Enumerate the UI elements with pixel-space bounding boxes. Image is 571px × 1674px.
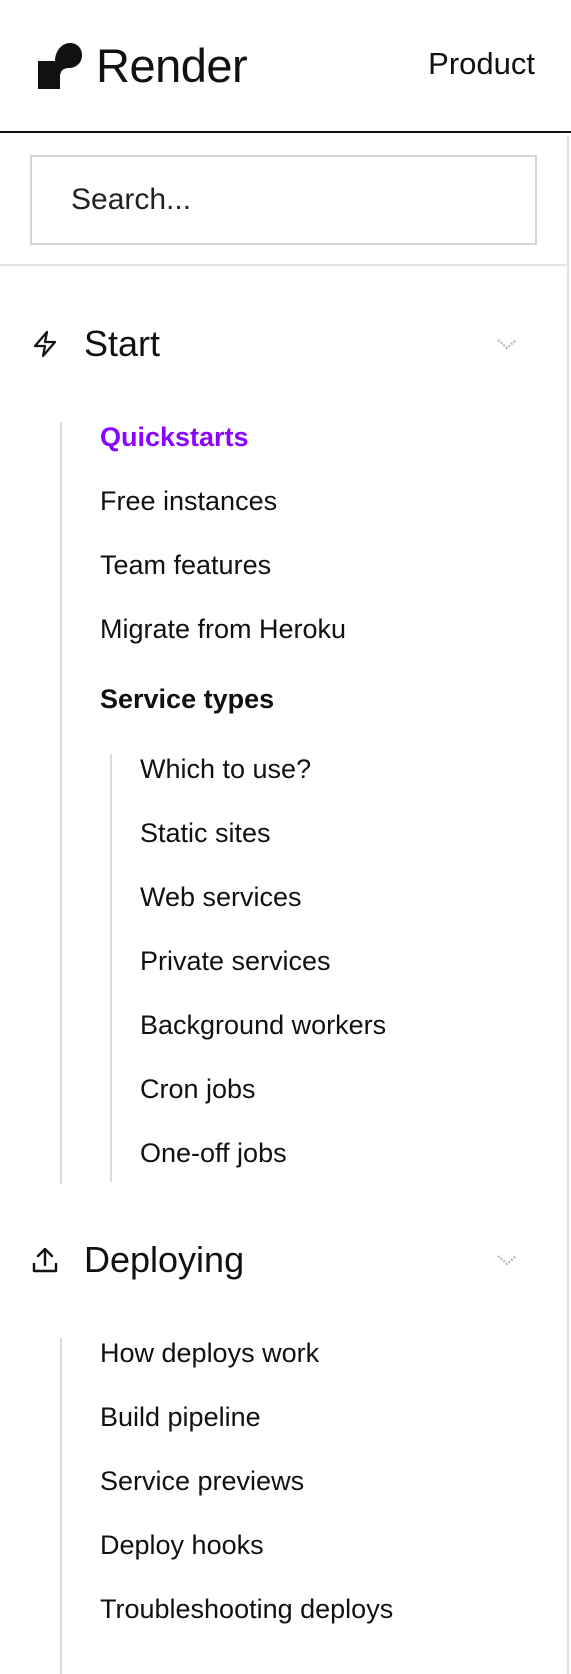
nav-item-quickstarts[interactable]: Quickstarts <box>100 424 249 451</box>
top-header: Render Product <box>0 0 571 133</box>
nav-item-deploy-hooks[interactable]: Deploy hooks <box>100 1532 264 1559</box>
search-area: Search... <box>0 135 567 266</box>
section-deploying-toggle[interactable]: Deploying <box>0 1230 560 1290</box>
nav-item-static-sites[interactable]: Static sites <box>140 820 271 847</box>
section-title: Deploying <box>84 1239 245 1280</box>
nav-item-build-pipeline[interactable]: Build pipeline <box>100 1404 261 1431</box>
nav-item-background-workers[interactable]: Background workers <box>140 1012 386 1039</box>
section-start-toggle[interactable]: Start <box>0 314 560 374</box>
nav-item-service-previews[interactable]: Service previews <box>100 1468 304 1495</box>
section-rail <box>60 422 62 1184</box>
nav-item-which-to-use[interactable]: Which to use? <box>140 756 311 783</box>
nav-item-how-deploys-work[interactable]: How deploys work <box>100 1340 319 1367</box>
nav-item-one-off-jobs[interactable]: One-off jobs <box>140 1140 287 1167</box>
chevron-down-icon <box>497 1255 517 1266</box>
render-logo[interactable]: Render <box>38 39 248 92</box>
nav-item-team-features[interactable]: Team features <box>100 552 271 579</box>
nav-item-troubleshooting-deploys[interactable]: Troubleshooting deploys <box>100 1596 393 1623</box>
brand-name: Render <box>96 39 248 92</box>
nav-item-web-services[interactable]: Web services <box>140 884 302 911</box>
product-menu-link[interactable]: Product <box>428 48 535 79</box>
search-input[interactable]: Search... <box>30 155 537 245</box>
chevron-down-icon <box>497 339 517 350</box>
lightning-icon <box>33 330 57 358</box>
nav-item-private-services[interactable]: Private services <box>140 948 331 975</box>
section-title: Start <box>84 323 161 364</box>
nav-item-free-instances[interactable]: Free instances <box>100 488 277 515</box>
render-logo-mark-icon <box>38 42 82 89</box>
nav-item-cron-jobs[interactable]: Cron jobs <box>140 1076 256 1103</box>
subgroup-rail <box>110 754 112 1182</box>
nav-item-migrate-from-heroku[interactable]: Migrate from Heroku <box>100 616 346 643</box>
section-rail <box>60 1338 62 1674</box>
nav-group-service-types[interactable]: Service types <box>100 686 274 713</box>
upload-icon <box>32 1247 58 1273</box>
